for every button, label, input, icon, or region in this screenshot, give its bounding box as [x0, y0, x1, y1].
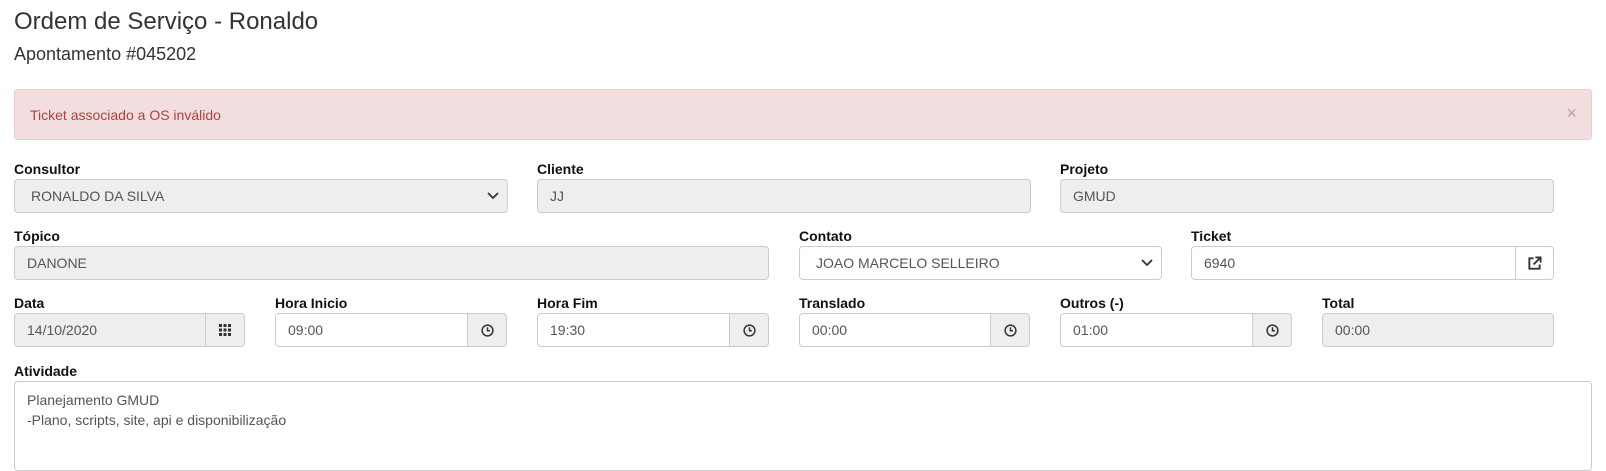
- clock-icon: [742, 323, 756, 337]
- external-link-icon: [1528, 255, 1542, 270]
- alert-close-button[interactable]: ×: [1566, 104, 1577, 122]
- ticket-input[interactable]: 6940: [1191, 246, 1516, 280]
- atividade-line: Planejamento GMUD: [27, 392, 160, 408]
- alert-message: Ticket associado a OS inválido: [30, 106, 221, 123]
- atividade-textarea[interactable]: Planejamento GMUD -Plano, scripts, site,…: [14, 381, 1592, 471]
- ticket-label: Ticket: [1191, 228, 1232, 244]
- hora-inicio-label: Hora Inicio: [275, 295, 348, 311]
- hora-fim-clock-button[interactable]: [730, 313, 769, 347]
- outros-label: Outros (-): [1060, 295, 1124, 311]
- consultor-select[interactable]: RONALDO DA SILVA: [14, 179, 508, 213]
- cliente-field: JJ: [537, 179, 1031, 213]
- projeto-value: GMUD: [1073, 188, 1116, 204]
- clock-icon: [1003, 323, 1017, 337]
- ticket-open-button[interactable]: [1516, 246, 1554, 280]
- contato-value: JOAO MARCELO SELLEIRO: [816, 255, 1000, 271]
- topico-value: DANONE: [27, 255, 87, 271]
- topico-field: DANONE: [14, 246, 769, 280]
- consultor-label: Consultor: [14, 161, 81, 177]
- projeto-field: GMUD: [1060, 179, 1554, 213]
- translado-clock-button[interactable]: [991, 313, 1030, 347]
- page-subtitle: Apontamento #045202: [14, 44, 197, 64]
- total-label: Total: [1322, 295, 1355, 311]
- translado-label: Translado: [799, 295, 866, 311]
- outros-clock-button[interactable]: [1253, 313, 1292, 347]
- outros-input[interactable]: 01:00: [1060, 313, 1253, 347]
- hora-fim-input[interactable]: 19:30: [537, 313, 730, 347]
- consultor-value: RONALDO DA SILVA: [31, 188, 165, 204]
- cliente-label: Cliente: [537, 161, 584, 177]
- data-input[interactable]: 14/10/2020: [14, 313, 206, 347]
- projeto-label: Projeto: [1060, 161, 1109, 177]
- chevron-down-icon: [1141, 259, 1153, 267]
- page-title: Ordem de Serviço - Ronaldo: [14, 8, 319, 35]
- atividade-line: -Plano, scripts, site, api e disponibili…: [27, 412, 287, 428]
- total-field: 00:00: [1322, 313, 1554, 347]
- calendar-grid-icon: [219, 324, 231, 336]
- ticket-value: 6940: [1204, 255, 1236, 271]
- hora-inicio-clock-button[interactable]: [468, 313, 507, 347]
- chevron-down-icon: [487, 192, 499, 200]
- contato-label: Contato: [799, 228, 852, 244]
- translado-value: 00:00: [812, 322, 848, 338]
- translado-input[interactable]: 00:00: [799, 313, 991, 347]
- error-alert: Ticket associado a OS inválido ×: [14, 89, 1592, 140]
- contato-select[interactable]: JOAO MARCELO SELLEIRO: [799, 246, 1162, 280]
- outros-value: 01:00: [1073, 322, 1109, 338]
- clock-icon: [1265, 323, 1279, 337]
- topico-label: Tópico: [14, 228, 60, 244]
- hora-inicio-value: 09:00: [288, 322, 324, 338]
- calendar-button[interactable]: [206, 313, 245, 347]
- clock-icon: [480, 323, 494, 337]
- atividade-label: Atividade: [14, 363, 78, 379]
- hora-inicio-input[interactable]: 09:00: [275, 313, 468, 347]
- cliente-value: JJ: [550, 188, 564, 204]
- data-label: Data: [14, 295, 45, 311]
- total-value: 00:00: [1335, 322, 1371, 338]
- hora-fim-value: 19:30: [550, 322, 586, 338]
- data-value: 14/10/2020: [27, 322, 98, 338]
- hora-fim-label: Hora Fim: [537, 295, 598, 311]
